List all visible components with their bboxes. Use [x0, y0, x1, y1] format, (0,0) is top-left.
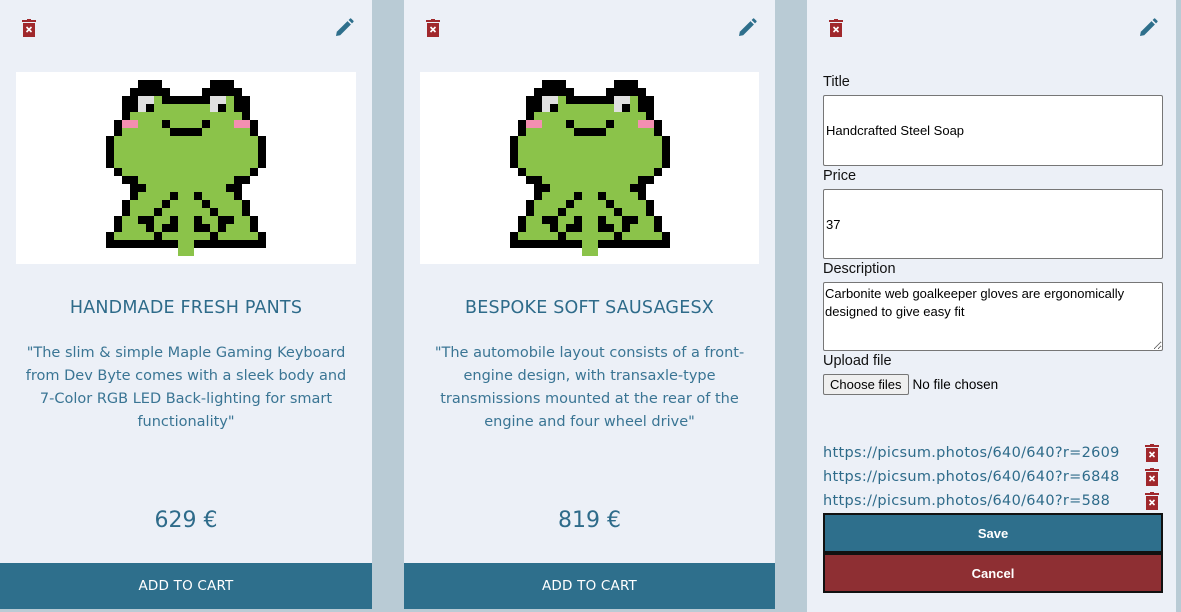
- cancel-button[interactable]: Cancel: [823, 553, 1163, 593]
- image-url[interactable]: https://picsum.photos/640/640?r=2609: [823, 445, 1120, 461]
- choose-files-button[interactable]: Choose files: [823, 374, 909, 395]
- file-status: No file chosen: [912, 377, 999, 392]
- product-title: BESPOKE SOFT SAUSAGESX: [465, 298, 714, 318]
- product-image: [16, 72, 356, 264]
- trash-icon[interactable]: [1141, 490, 1163, 512]
- pencil-icon[interactable]: [333, 17, 355, 39]
- title-input[interactable]: [823, 95, 1163, 166]
- product-image: [420, 72, 759, 264]
- description-label: Description: [823, 261, 896, 277]
- image-url-row: https://picsum.photos/640/640?r=6848: [823, 466, 1163, 488]
- upload-label: Upload file: [823, 353, 892, 369]
- image-url[interactable]: https://picsum.photos/640/640?r=588: [823, 493, 1110, 509]
- trash-icon[interactable]: [422, 17, 444, 39]
- product-price: 819 €: [558, 508, 621, 533]
- product-description: "The automobile layout consists of a fro…: [434, 345, 745, 430]
- trash-icon[interactable]: [1141, 442, 1163, 464]
- pencil-icon[interactable]: [1137, 17, 1159, 39]
- add-to-cart-button[interactable]: ADD TO CART: [0, 563, 372, 609]
- pixel-frog-icon: [106, 80, 267, 257]
- product-card: HANDMADE FRESH PANTS "The slim & simple …: [0, 0, 372, 609]
- pencil-icon[interactable]: [736, 17, 758, 39]
- pixel-frog-icon: [509, 80, 670, 257]
- image-url-row: https://picsum.photos/640/640?r=588: [823, 490, 1163, 512]
- trash-icon[interactable]: [18, 17, 40, 39]
- trash-icon[interactable]: [825, 17, 847, 39]
- product-description: "The slim & simple Maple Gaming Keyboard…: [25, 345, 347, 430]
- trash-icon[interactable]: [1141, 466, 1163, 488]
- image-url[interactable]: https://picsum.photos/640/640?r=6848: [823, 469, 1120, 485]
- file-upload: Choose files No file chosen: [823, 374, 998, 395]
- image-url-row: https://picsum.photos/640/640?r=2609: [823, 442, 1163, 464]
- product-title: HANDMADE FRESH PANTS: [69, 298, 303, 318]
- add-to-cart-button[interactable]: ADD TO CART: [404, 563, 775, 609]
- description-textarea[interactable]: Carbonite web goalkeeper gloves are ergo…: [823, 282, 1163, 351]
- price-label: Price: [823, 168, 857, 184]
- price-input[interactable]: [823, 189, 1163, 259]
- product-price: 629 €: [154, 508, 218, 533]
- edit-product-form: Title Price Description Carbonite web go…: [807, 0, 1178, 612]
- title-label: Title: [823, 74, 850, 90]
- product-card: BESPOKE SOFT SAUSAGESX "The automobile l…: [404, 0, 775, 609]
- save-button[interactable]: Save: [823, 513, 1163, 553]
